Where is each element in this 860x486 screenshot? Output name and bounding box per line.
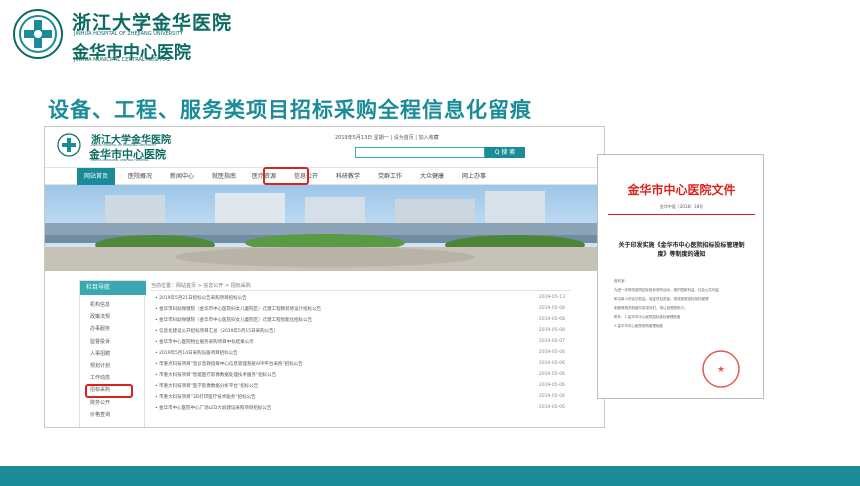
document-red-line	[608, 214, 755, 215]
list-item-date: 2019-05-06	[538, 383, 565, 388]
list-item-date: 2019-05-08	[538, 317, 565, 322]
search-input[interactable]	[355, 147, 485, 158]
side-highlight-box	[85, 384, 133, 398]
nav-item[interactable]: 医院概况	[121, 168, 159, 185]
site-topline[interactable]: 2019年5月13日 星期一 | 设为首页 | 加入收藏	[335, 134, 439, 141]
list-item[interactable]: • 2019年5月21日招标公告采购项目招标公告 2019-05-13	[155, 295, 565, 304]
list-item-date: 2019-05-06	[538, 394, 565, 399]
list-item-title[interactable]: • 市重大科技项目“医学影像数据分析平台”招标公告	[155, 383, 258, 389]
nav-item[interactable]: 科研教学	[329, 168, 367, 185]
list-item[interactable]: • 金华市妇幼保健院（金华市中心医院妇女儿童院区）迁建工程智能化招标公告 2019…	[155, 317, 565, 326]
slide-heading: 设备、工程、服务类项目招标采购全程信息化留痕	[48, 98, 532, 122]
list-item[interactable]: • 信息化建设公开招标项目汇总（2019年5月15日采购公告） 2019-05-0…	[155, 328, 565, 337]
document-body-line: 2.金华市中心医院采购管理制度	[614, 324, 663, 328]
website-screenshot: 浙江大学金华医院 JINHUA HOSPITAL OF ZHEJIANG UNI…	[44, 126, 605, 428]
site-subname-en: JINHUA MUNICIPAL CENTRAL HOSPITAL	[91, 158, 149, 162]
slide-hospital-subname-en: JINHUA MUNICIPAL CENTRAL HOSPITAL	[74, 57, 171, 63]
side-nav-item[interactable]: 政策法规	[90, 313, 110, 320]
breadcrumb: 当前位置：网站首页 > 信息公开 > 招标采购	[151, 283, 251, 289]
footer-band	[0, 466, 860, 486]
nav-item[interactable]: 新闻中心	[163, 168, 201, 185]
list-item-date: 2019-05-08	[538, 328, 565, 333]
nav-highlight-box	[263, 167, 309, 185]
side-nav-item[interactable]: 规划计划	[90, 362, 110, 369]
list-divider	[151, 290, 571, 291]
list-item[interactable]: • 金华市妇幼保健院（金华市中心医院妇女儿童院区）迁建工程精装修设计招标公告 20…	[155, 306, 565, 315]
nav-item[interactable]: 就医指南	[205, 168, 243, 185]
document-number: 金华中医〔2018〕18号	[659, 204, 704, 209]
list-item-title[interactable]: • 金华市中心医院中心广场LED大屏建设采购项目招标公告	[155, 405, 271, 411]
list-item[interactable]: • 市重大科技项目“智能医疗影像数据处理技术服务”招标公告 2019-05-06	[155, 372, 565, 381]
document-body-line: 制度等相关制度印发给你们，请认真遵照执行。	[614, 306, 688, 310]
svg-text:★: ★	[717, 365, 725, 375]
document-title: 金华市中心医院文件	[627, 183, 736, 197]
document-subject: 关于印发实施《金华市中心医院招标投标管理制度》等制度的通知	[618, 242, 745, 258]
list-item[interactable]: • 金华市中心医院中心广场LED大屏建设采购项目招标公告 2019-05-06	[155, 405, 565, 414]
list-item-date: 2019-05-06	[538, 405, 565, 410]
side-nav-item[interactable]: 监督投诉	[90, 338, 110, 345]
list-item-title[interactable]: • 信息化建设公开招标项目汇总（2019年5月15日采购公告）	[155, 328, 278, 334]
nav-item[interactable]: 网站首页	[77, 168, 115, 185]
list-item[interactable]: • 市重大科技项目“医学影像数据分析平台”招标公告 2019-05-06	[155, 383, 565, 392]
document-body-line: 各科室：	[614, 279, 628, 283]
side-nav-item[interactable]: 价格查询	[90, 411, 110, 418]
hospital-building-banner	[45, 185, 604, 271]
search-button[interactable]: Q 搜 索	[485, 147, 525, 158]
list-item-title[interactable]: • 金华市中心医院物业服务采购项目中标结果公示	[155, 339, 254, 345]
side-nav-item[interactable]: 院务公开	[90, 399, 110, 406]
list-item-title[interactable]: • 市重点科技项目“急诊急救指挥中心信息管理系统APP平台采购”招标公告	[155, 361, 303, 367]
list-item-date: 2019-05-06	[538, 372, 565, 377]
site-nav: 网站首页 医院概况 新闻中心 就医指南 医疗资源 信息公开 科研教学 党群工作 大众健康 网上办事	[45, 167, 604, 185]
side-panel: 栏目导航 机构信息 政策法规 办事服务 监督投诉 人事招聘 规划计划 工作动态 招标采购 院务公…	[79, 280, 146, 427]
side-nav-item[interactable]: 人事招聘	[90, 350, 110, 357]
nav-item[interactable]: 大众健康	[413, 168, 451, 185]
document-body-line: 和当事人的合法权益，保证项目质量，现将医院招标投标管理	[614, 297, 709, 301]
list-item-date: 2019-05-13	[538, 295, 565, 300]
list-item-title[interactable]: • 市重大科技项目“3D打印医疗技术服务”招标公告	[155, 394, 256, 400]
site-header: 浙江大学金华医院 JINHUA HOSPITAL OF ZHEJIANG UNI…	[45, 127, 604, 165]
hospital-logo-icon	[13, 9, 63, 59]
list-item-title[interactable]: • 金华市妇幼保健院（金华市中心医院妇女儿童院区）迁建工程精装修设计招标公告	[155, 306, 321, 312]
list-item[interactable]: • 2019年5月14日采购设备项目招标公告 2019-05-06	[155, 350, 565, 359]
list-item-title[interactable]: • 市重大科技项目“智能医疗影像数据处理技术服务”招标公告	[155, 372, 276, 378]
list-item-title[interactable]: • 金华市妇幼保健院（金华市中心医院妇女儿童院区）迁建工程智能化招标公告	[155, 317, 312, 323]
official-seal-icon: ★	[702, 350, 740, 388]
list-item-date: 2019-05-08	[538, 306, 565, 311]
site-logo-icon	[57, 133, 81, 157]
document-body-line: 附件：1.金华市中心医院招标投标管理制度	[614, 315, 681, 319]
nav-item[interactable]: 网上办事	[455, 168, 493, 185]
list-item-title[interactable]: • 2019年5月14日采购设备项目招标公告	[155, 350, 238, 356]
list-item-date: 2019-05-06	[538, 361, 565, 366]
side-nav-item[interactable]: 工作动态	[90, 374, 110, 381]
list-item[interactable]: • 市重点科技项目“急诊急救指挥中心信息管理系统APP平台采购”招标公告 2019…	[155, 361, 565, 370]
side-nav-item[interactable]: 机构信息	[90, 301, 110, 308]
slide-hospital-name-en: JINHUA HOSPITAL OF ZHEJIANG UNIVERSITY	[74, 31, 183, 37]
list-item-date: 2019-05-06	[538, 350, 565, 355]
official-document: 金华市中心医院文件 金华中医〔2018〕18号 关于印发实施《金华市中心医院招标…	[597, 154, 764, 399]
nav-item[interactable]: 党群工作	[371, 168, 409, 185]
side-panel-title: 栏目导航	[80, 281, 146, 295]
list-item-title[interactable]: • 2019年5月21日招标公告采购项目招标公告	[155, 295, 247, 301]
document-body-line: 为进一步规范医院招标投标采购活动，维护国家利益、社会公共利益	[614, 288, 719, 292]
side-nav-item[interactable]: 办事服务	[90, 325, 110, 332]
list-item[interactable]: • 金华市中心医院物业服务采购项目中标结果公示 2019-05-07	[155, 339, 565, 348]
list-item[interactable]: • 市重大科技项目“3D打印医疗技术服务”招标公告 2019-05-06	[155, 394, 565, 403]
list-item-date: 2019-05-07	[538, 339, 565, 344]
